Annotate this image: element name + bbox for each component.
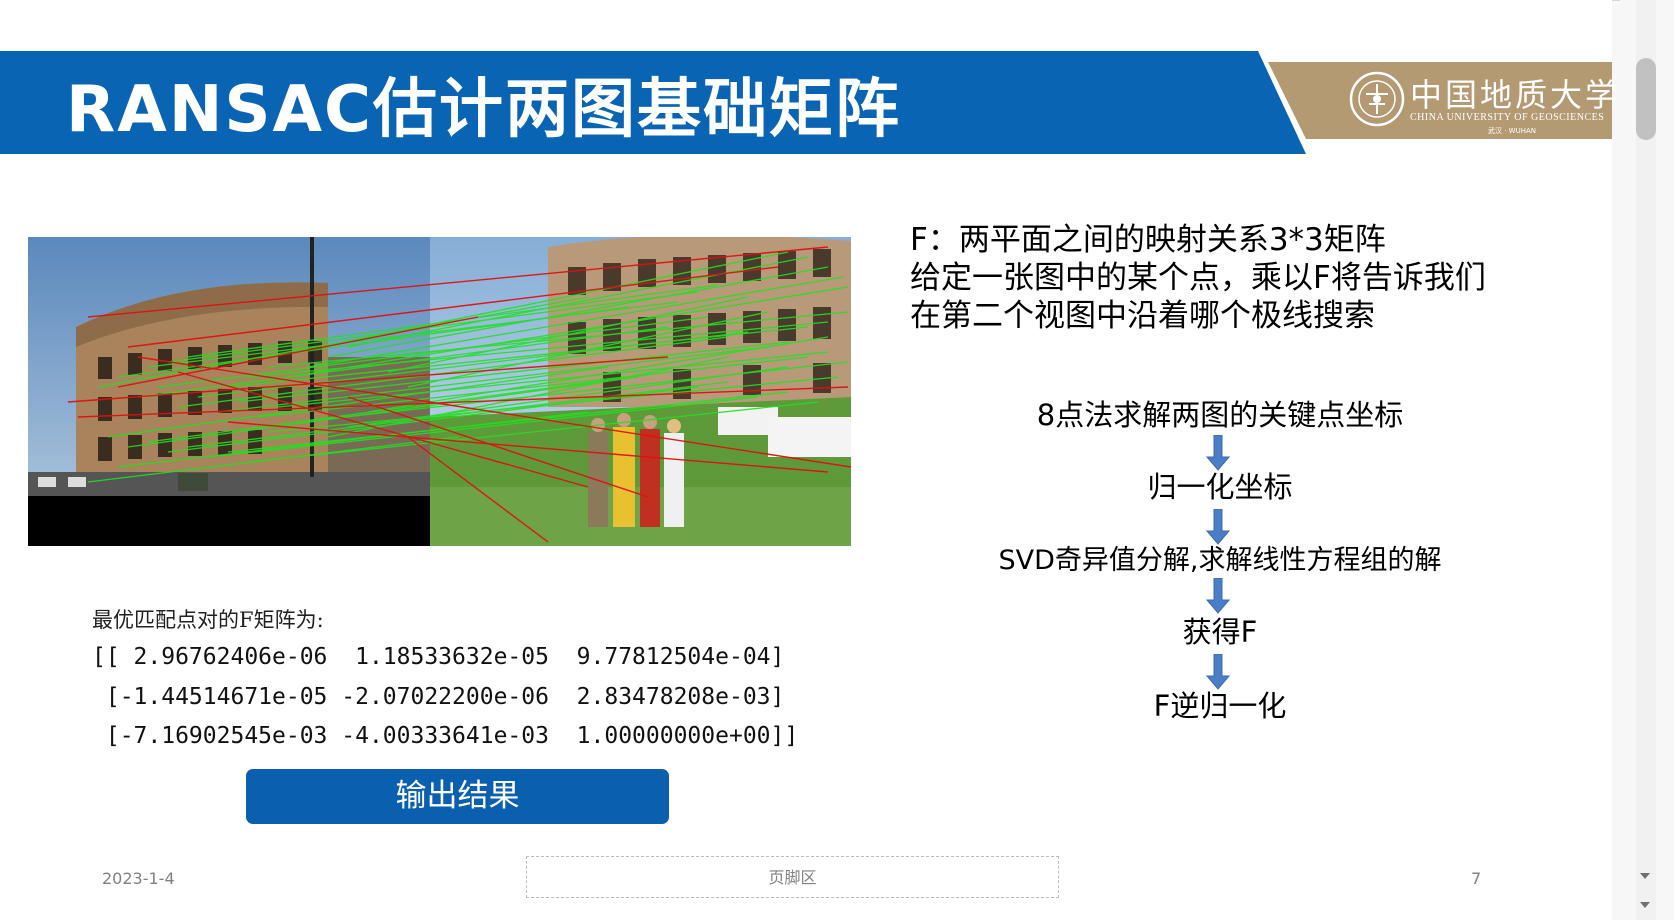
description-line: F：两平面之间的映射关系3*3矩阵 xyxy=(910,222,1386,258)
footer-area[interactable]: 页脚区 xyxy=(526,856,1059,898)
page-number: 7 xyxy=(1471,869,1482,888)
matrix-output: 最优匹配点对的F矩阵为: [[ 2.96762406e-06 1.1853363… xyxy=(92,604,852,770)
description-line: 在第二个视图中沿着哪个极线搜索 xyxy=(910,298,1375,334)
slide-title: RANSAC估计两图基础矩阵 xyxy=(66,73,901,147)
matrix-row: [[ 2.96762406e-06 1.18533632e-05 9.77812… xyxy=(92,644,785,670)
footer-date: 2023-1-4 xyxy=(102,869,175,888)
university-seal-icon xyxy=(1349,71,1405,127)
output-result-button[interactable]: 输出结果 xyxy=(246,769,669,824)
university-location: 武汉 · WUHAN xyxy=(1488,127,1537,135)
flow-step: 8点法求解两图的关键点坐标 xyxy=(1036,398,1404,432)
scroll-down-arrow-icon[interactable] xyxy=(1640,873,1650,879)
flow-step: 获得F xyxy=(1182,615,1258,649)
matrix-row: [-7.16902545e-03 -4.00333641e-03 1.00000… xyxy=(92,723,799,749)
university-name-cn: 中国地质大学 xyxy=(1410,76,1621,114)
description: F：两平面之间的映射关系3*3矩阵 给定一张图中的某个点，乘以F将告诉我们 在第… xyxy=(910,221,1486,335)
flow-step: 归一化坐标 xyxy=(1147,470,1293,504)
scroll-end-arrow-icon[interactable] xyxy=(1640,902,1650,908)
scrollbar-thumb[interactable] xyxy=(1636,58,1656,140)
university-name-en: CHINA UNIVERSITY OF GEOSCIENCES xyxy=(1410,112,1605,123)
description-line: 给定一张图中的某个点，乘以F将告诉我们 xyxy=(910,260,1486,296)
university-logo: 中国地质大学 CHINA UNIVERSITY OF GEOSCIENCES 武… xyxy=(1346,66,1617,140)
matrix-caption: 最优匹配点对的F矩阵为: xyxy=(92,608,324,632)
colosseum-match-image xyxy=(28,237,851,546)
flow-step: SVD奇异值分解,求解线性方程组的解 xyxy=(998,545,1442,576)
flow-step: F逆归一化 xyxy=(1153,689,1287,723)
slide: RANSAC估计两图基础矩阵 中国地质大学 CHINA UNIVERSITY O… xyxy=(0,0,1617,920)
matrix-row: [-1.44514671e-05 -2.07022200e-06 2.83478… xyxy=(92,684,785,710)
